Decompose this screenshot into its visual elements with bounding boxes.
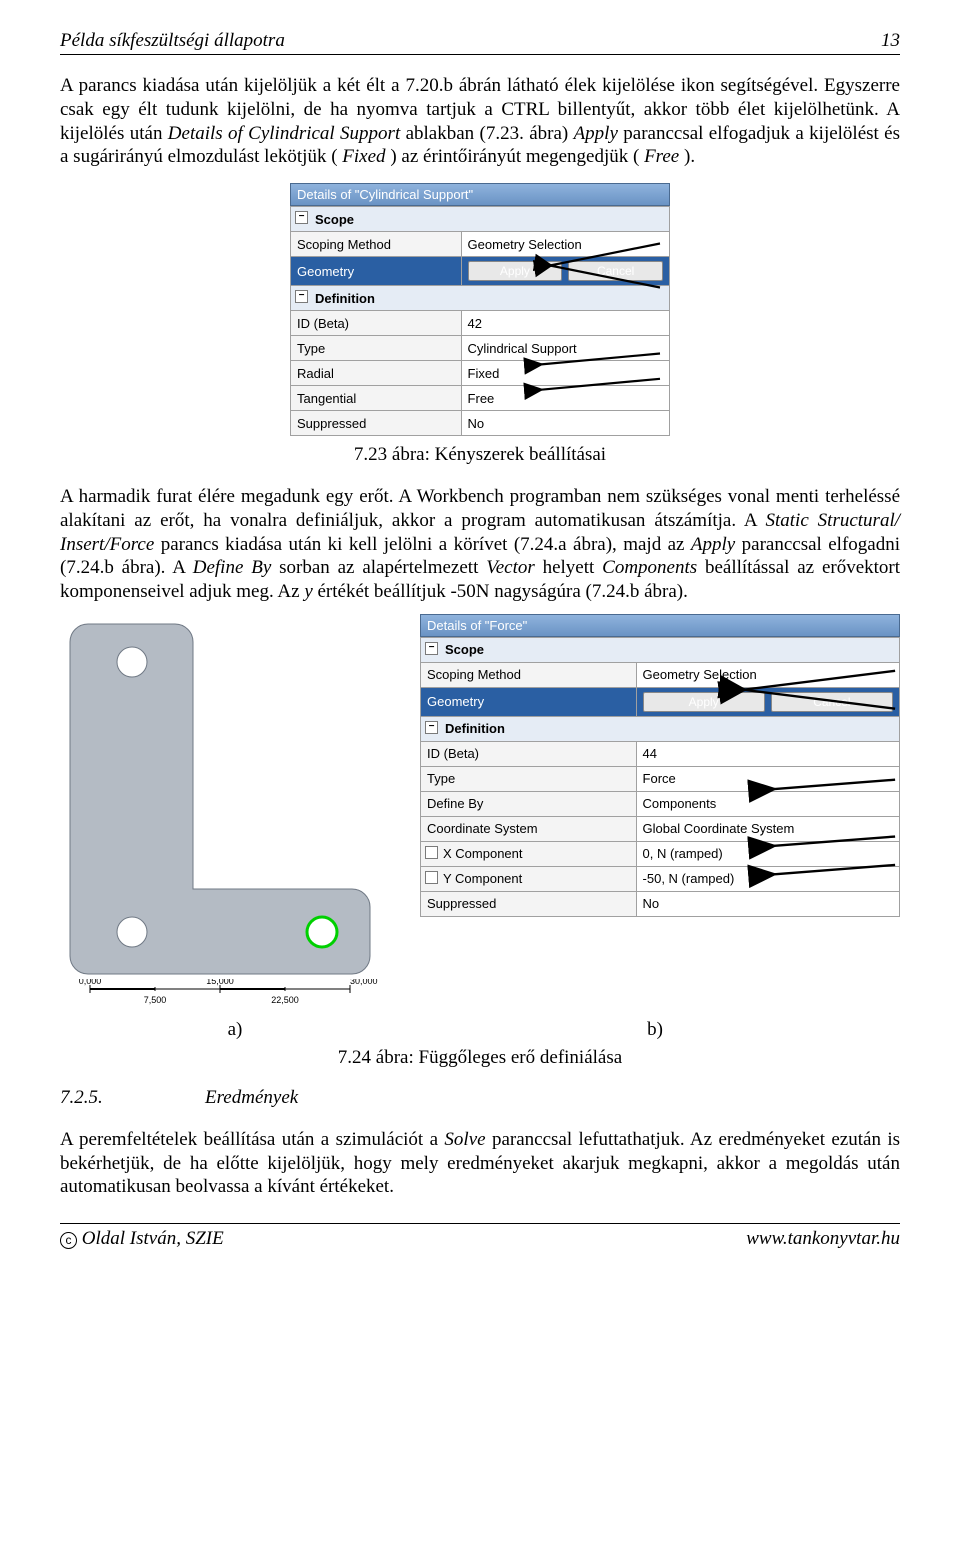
svg-text:15,000: 15,000 xyxy=(206,979,234,986)
row-ycomp-label: Y Component xyxy=(421,866,637,891)
copyright-icon: c xyxy=(60,1232,77,1249)
row-coordsys-label: Coordinate System xyxy=(421,816,637,841)
row-ycomp-value[interactable]: -50, N (ramped) xyxy=(636,866,899,891)
paragraph-2: A harmadik furat élére megadunk egy erőt… xyxy=(60,485,900,604)
row-scoping-method-label: Scoping Method xyxy=(291,232,462,257)
figure-724a-geometry: 0,000 15,000 30,000 (mm) 7,500 22,500 xyxy=(60,614,410,1015)
row-radial-value[interactable]: Fixed xyxy=(461,361,669,386)
collapse-icon[interactable]: − xyxy=(425,721,438,734)
cancel-button[interactable]: Cancel xyxy=(568,261,663,281)
row-type-value: Cylindrical Support xyxy=(461,336,669,361)
details-table-724: −Scope Scoping Method Geometry Selection… xyxy=(420,637,900,917)
collapse-icon[interactable]: − xyxy=(295,211,308,224)
row-tangential-label: Tangential xyxy=(291,386,462,411)
row-geometry-label: Geometry xyxy=(291,257,462,286)
row-suppressed-value[interactable]: No xyxy=(461,411,669,436)
header-title: Példa síkfeszültségi állapotra xyxy=(60,30,285,52)
footer-right: www.tankonyvtar.hu xyxy=(746,1228,900,1250)
details-table-723: −Scope Scoping Method Geometry Selection… xyxy=(290,206,670,436)
cancel-button[interactable]: Cancel xyxy=(771,692,893,712)
figure-724b-panel: Details of "Force" −Scope Scoping Method… xyxy=(420,614,900,917)
row-xcomp-value[interactable]: 0, N (ramped) xyxy=(636,841,899,866)
paragraph-3: A peremfeltételek beállítása után a szim… xyxy=(60,1128,900,1199)
row-coordsys-value[interactable]: Global Coordinate System xyxy=(636,816,899,841)
row-defineby-value[interactable]: Components xyxy=(636,791,899,816)
row-id-label: ID (Beta) xyxy=(291,311,462,336)
row-type-value: Force xyxy=(636,766,899,791)
svg-text:0,000: 0,000 xyxy=(79,979,102,986)
page-number: 13 xyxy=(881,30,900,52)
l-bracket-shape-icon xyxy=(60,614,380,979)
row-suppressed-label: Suppressed xyxy=(421,891,637,916)
checkbox-icon[interactable] xyxy=(425,871,438,884)
collapse-icon[interactable]: − xyxy=(295,290,308,303)
scale-bar-icon: 0,000 15,000 30,000 (mm) 7,500 22,500 xyxy=(60,979,380,1009)
row-suppressed-label: Suppressed xyxy=(291,411,462,436)
apply-button[interactable]: Apply xyxy=(468,261,563,281)
row-scoping-method-value: Geometry Selection xyxy=(636,662,899,687)
svg-text:30,000 (mm): 30,000 (mm) xyxy=(350,979,380,986)
figure-724-caption: 7.24 ábra: Függőleges erő definiálása xyxy=(60,1047,900,1069)
row-id-value: 42 xyxy=(461,311,669,336)
figure-723-panel: Details of "Cylindrical Support" −Scope … xyxy=(290,183,670,436)
panel-title: Details of "Force" xyxy=(420,614,900,637)
apply-button[interactable]: Apply xyxy=(643,692,765,712)
page-header: Példa síkfeszültségi állapotra 13 xyxy=(60,30,900,55)
row-geometry-buttons: Apply Cancel xyxy=(636,687,899,716)
row-suppressed-value[interactable]: No xyxy=(636,891,899,916)
svg-text:7,500: 7,500 xyxy=(144,995,167,1005)
row-type-label: Type xyxy=(291,336,462,361)
figure-724: 0,000 15,000 30,000 (mm) 7,500 22,500 De… xyxy=(60,614,900,1015)
row-geometry-label: Geometry xyxy=(421,687,637,716)
row-tangential-value[interactable]: Free xyxy=(461,386,669,411)
section-title: Eredmények xyxy=(205,1087,298,1109)
collapse-icon[interactable]: − xyxy=(425,642,438,655)
figure-724-labels: a) b) xyxy=(60,1019,900,1041)
row-xcomp-label: X Component xyxy=(421,841,637,866)
panel-title: Details of "Cylindrical Support" xyxy=(290,183,670,206)
checkbox-icon[interactable] xyxy=(425,846,438,859)
paragraph-1: A parancs kiadása után kijelöljük a két … xyxy=(60,74,900,169)
row-type-label: Type xyxy=(421,766,637,791)
row-geometry-buttons: Apply Cancel xyxy=(461,257,669,286)
figure-723-caption: 7.23 ábra: Kényszerek beállításai xyxy=(60,444,900,466)
svg-text:22,500: 22,500 xyxy=(271,995,299,1005)
section-heading: 7.2.5. Eredmények xyxy=(60,1087,900,1109)
section-number: 7.2.5. xyxy=(60,1087,205,1109)
row-scoping-method-label: Scoping Method xyxy=(421,662,637,687)
label-b: b) xyxy=(410,1019,900,1041)
row-defineby-label: Define By xyxy=(421,791,637,816)
page-footer: c Oldal István, SZIE www.tankonyvtar.hu xyxy=(60,1223,900,1250)
row-id-value: 44 xyxy=(636,741,899,766)
label-a: a) xyxy=(60,1019,410,1041)
footer-left: c Oldal István, SZIE xyxy=(60,1228,224,1250)
row-radial-label: Radial xyxy=(291,361,462,386)
row-id-label: ID (Beta) xyxy=(421,741,637,766)
row-scoping-method-value: Geometry Selection xyxy=(461,232,669,257)
